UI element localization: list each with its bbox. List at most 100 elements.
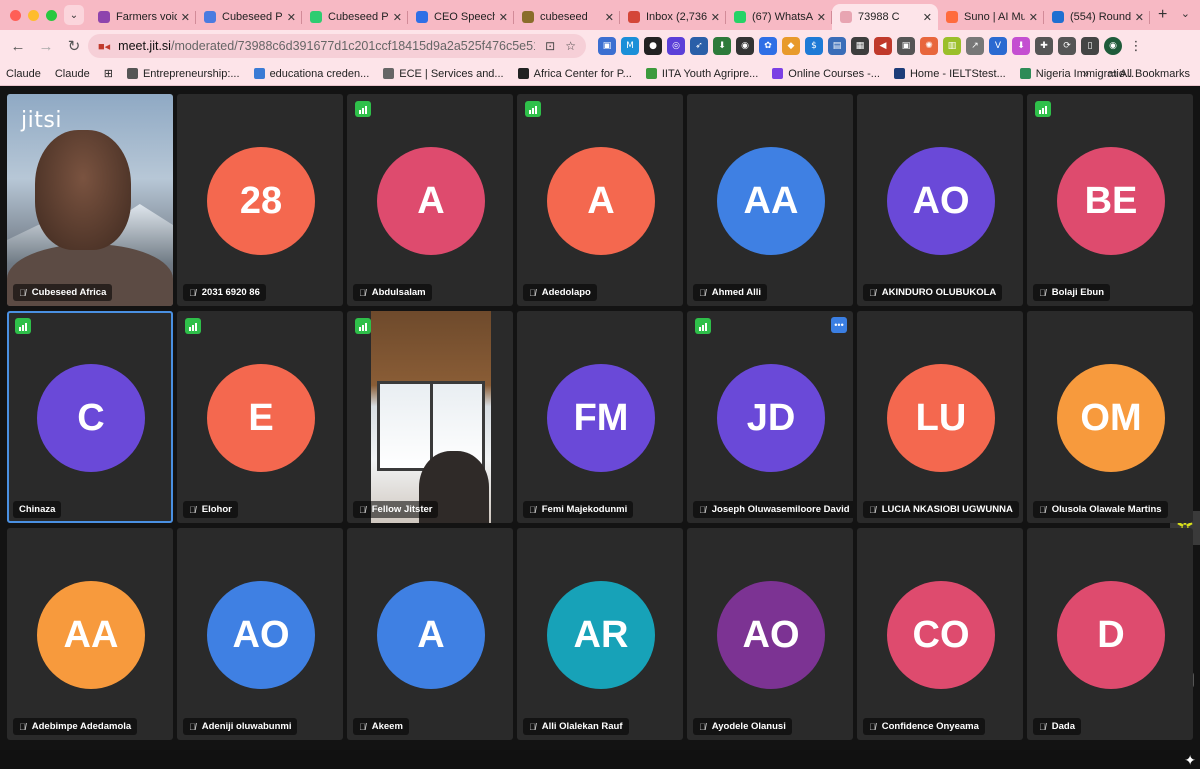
extension-icon[interactable]: ▥ — [943, 37, 961, 55]
extension-icon[interactable]: M — [621, 37, 639, 55]
back-arrow-icon[interactable]: ← — [4, 38, 32, 55]
extension-icon[interactable]: ▣ — [897, 37, 915, 55]
browser-tab[interactable]: Cubeseed Pil ✕ — [302, 4, 408, 30]
participant-tile[interactable]: E 🎙̸ Elohor — [177, 311, 343, 523]
extension-icon[interactable]: ◀ — [874, 37, 892, 55]
participant-tile[interactable]: AA 🎙̸ Ahmed Alli — [687, 94, 853, 306]
sidepanel-icon[interactable]: ▯ — [1081, 37, 1099, 55]
participant-avatar: LU — [887, 364, 995, 472]
connection-signal-icon[interactable] — [355, 318, 371, 334]
bookmark-item[interactable]: Entrepreneurship:... — [126, 68, 240, 80]
bookmark-item[interactable]: IITA Youth Agripre... — [645, 68, 758, 80]
participant-tile[interactable]: AO 🎙̸ Adeniji oluwabunmi — [177, 528, 343, 740]
participant-tile[interactable]: A 🎙̸ Abdulsalam — [347, 94, 513, 306]
participant-tile[interactable]: FM 🎙̸ Femi Majekodunmi — [517, 311, 683, 523]
bookmark-item[interactable]: Claude — [55, 68, 90, 80]
extension-icon[interactable]: ⬇ — [713, 37, 731, 55]
extension-icon[interactable]: ◆ — [782, 37, 800, 55]
participant-tile[interactable]: AA 🎙̸ Adebimpe Adedamola — [7, 528, 173, 740]
maximize-window-button[interactable] — [46, 9, 57, 21]
browser-tab[interactable]: (67) WhatsAp ✕ — [726, 4, 832, 30]
participant-tile[interactable]: AR 🎙̸ Alli Olalekan Rauf — [517, 528, 683, 740]
connection-signal-icon[interactable] — [525, 101, 541, 117]
bookmark-item[interactable]: ECE | Services and... — [383, 68, 504, 80]
tab-close-icon[interactable]: ✕ — [923, 11, 932, 24]
extension-icon[interactable]: ◉ — [736, 37, 754, 55]
profile-avatar[interactable]: ◉ — [1104, 37, 1122, 55]
browser-tab[interactable]: (554) Round ✕ — [1044, 4, 1150, 30]
extension-icon[interactable]: ✺ — [920, 37, 938, 55]
participant-tile[interactable]: AO 🎙̸ AKINDURO OLUBUKOLA — [857, 94, 1023, 306]
bookmark-item[interactable]: educationa creden... — [253, 68, 369, 80]
bookmark-item[interactable]: Home - IELTStest... — [893, 68, 1006, 80]
participant-tile[interactable]: 🎙̸ Fellow Jitster — [347, 311, 513, 523]
participant-tile[interactable]: C Chinaza — [7, 311, 173, 523]
tab-close-icon[interactable]: ✕ — [181, 11, 190, 24]
apps-grid-icon[interactable]: ⊞ — [104, 67, 113, 80]
participant-tile[interactable]: LU 🎙̸ LUCIA NKASIOBI UGWUNNA — [857, 311, 1023, 523]
connection-signal-icon[interactable] — [355, 101, 371, 117]
bookmark-item[interactable]: Online Courses -... — [772, 68, 880, 80]
connection-signal-icon[interactable] — [15, 318, 31, 334]
extension-icon[interactable]: ▤ — [828, 37, 846, 55]
connection-signal-icon[interactable] — [185, 318, 201, 334]
connection-signal-icon[interactable] — [1035, 101, 1051, 117]
tab-close-icon[interactable]: ✕ — [287, 11, 296, 24]
extension-icon[interactable]: ✿ — [759, 37, 777, 55]
bookmark-star-icon[interactable]: ☆ — [565, 39, 576, 53]
reading-list-icon[interactable]: ⟳ — [1058, 37, 1076, 55]
extension-icon[interactable]: ▣ — [598, 37, 616, 55]
forward-arrow-icon[interactable]: → — [32, 38, 60, 55]
bookmarks-overflow-button[interactable]: » — [1083, 68, 1089, 80]
new-tab-plus-icon[interactable]: + — [1158, 6, 1167, 24]
address-bar[interactable]: ■◂ meet.jit.si/moderated/73988c6d391677d… — [88, 34, 586, 58]
extension-icon[interactable]: ⬇ — [1012, 37, 1030, 55]
participant-tile[interactable]: AO 🎙̸ Ayodele Olanusi — [687, 528, 853, 740]
browser-tab[interactable]: cubeseed ✕ — [514, 4, 620, 30]
install-app-icon[interactable]: ⊡ — [545, 39, 555, 53]
participant-tile[interactable]: A 🎙̸ Adedolapo — [517, 94, 683, 306]
tab-close-icon[interactable]: ✕ — [499, 11, 508, 24]
extension-icon[interactable]: ➶ — [690, 37, 708, 55]
extension-icon[interactable]: ↗ — [966, 37, 984, 55]
tab-close-icon[interactable]: ✕ — [393, 11, 402, 24]
tab-search-chevron-icon[interactable]: ⌄ — [64, 5, 84, 25]
bookmark-item[interactable]: Claude — [6, 68, 41, 80]
menu-kebab-icon[interactable]: ⋮ — [1127, 37, 1145, 55]
extension-icon[interactable]: ● — [644, 37, 662, 55]
participant-tile[interactable]: 28 🎙̸ 2031 6920 86 — [177, 94, 343, 306]
participant-tile[interactable]: JD ••• 🎙̸ Joseph Oluwasemiloore David — [687, 311, 853, 523]
tab-close-icon[interactable]: ✕ — [817, 11, 826, 24]
participant-tile[interactable]: A 🎙̸ Akeem — [347, 528, 513, 740]
ai-sparkle-icon[interactable]: ✦ — [1184, 752, 1196, 769]
extension-icon[interactable]: $ — [805, 37, 823, 55]
close-window-button[interactable] — [10, 9, 21, 21]
tab-close-icon[interactable]: ✕ — [1029, 11, 1038, 24]
all-bookmarks-button[interactable]: ▭ All Bookmarks — [1107, 67, 1190, 80]
browser-tab[interactable]: Suno | AI Mus ✕ — [938, 4, 1044, 30]
tab-close-icon[interactable]: ✕ — [711, 11, 720, 24]
browser-tab[interactable]: CEO Speech ✕ — [408, 4, 514, 30]
minimize-window-button[interactable] — [28, 9, 39, 21]
browser-tab[interactable]: Cubeseed Pil ✕ — [196, 4, 302, 30]
participant-tile[interactable]: OM 🎙̸ Olusola Olawale Martins — [1027, 311, 1193, 523]
tab-close-icon[interactable]: ✕ — [605, 11, 614, 24]
participant-tile[interactable]: D 🎙̸ Dada — [1027, 528, 1193, 740]
bookmark-item[interactable]: Africa Center for P... — [517, 68, 632, 80]
extension-icon[interactable]: V — [989, 37, 1007, 55]
browser-tab[interactable]: 73988 C ✕ — [832, 4, 938, 30]
camera-recording-icon[interactable]: ■◂ — [98, 40, 110, 53]
participant-tile[interactable]: BE 🎙̸ Bolaji Ebun — [1027, 94, 1193, 306]
extension-icon[interactable]: ▦ — [851, 37, 869, 55]
connection-signal-icon[interactable] — [695, 318, 711, 334]
reload-icon[interactable]: ↻ — [60, 37, 88, 55]
browser-tab[interactable]: Farmers voice ✕ — [90, 4, 196, 30]
browser-tab[interactable]: Inbox (2,736) ✕ — [620, 4, 726, 30]
extension-icon[interactable]: ◎ — [667, 37, 685, 55]
puzzle-extensions-icon[interactable]: ✚ — [1035, 37, 1053, 55]
more-options-icon[interactable]: ••• — [831, 317, 847, 333]
tab-list-chevron-icon[interactable]: ⌄ — [1181, 7, 1190, 20]
participant-tile[interactable]: CO 🎙̸ Confidence Onyeama — [857, 528, 1023, 740]
participant-tile[interactable]: jitsi 🎙̸ Cubeseed Africa — [7, 94, 173, 306]
tab-close-icon[interactable]: ✕ — [1135, 11, 1144, 24]
